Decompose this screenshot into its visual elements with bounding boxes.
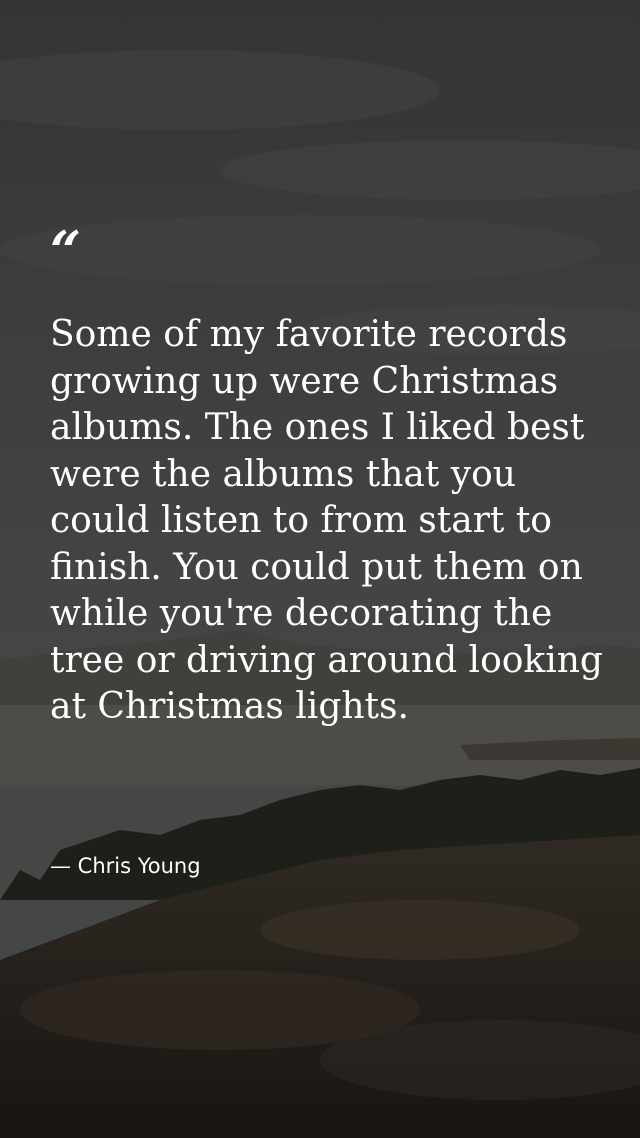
quote-mark-icon: “ [50, 219, 81, 283]
quote-author: — Chris Young [50, 854, 201, 878]
quote-text: Some of my favorite records growing up w… [50, 314, 603, 727]
quote-screen: “ Some of my favorite records growing up… [0, 0, 640, 1138]
